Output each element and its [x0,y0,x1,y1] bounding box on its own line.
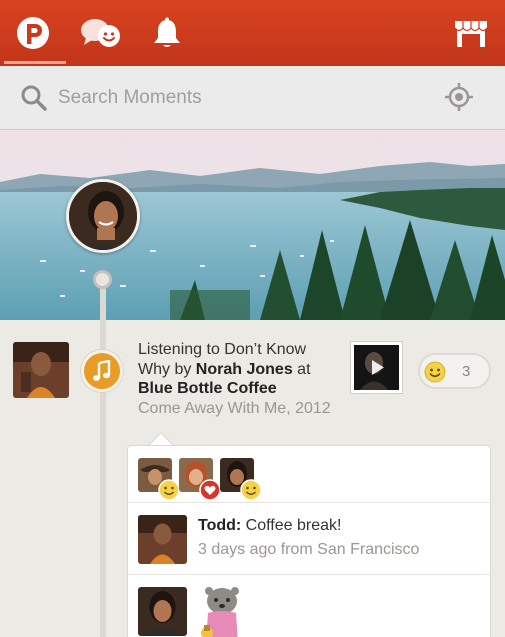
reaction-avatar-3[interactable] [220,458,262,501]
comment-meta: 3 days ago from San Francisco [198,541,420,558]
moment-text: Listening to Don’t Know Why by Norah Jon… [138,340,348,399]
comment-author-name[interactable]: Todd: [198,517,241,534]
sticker-comment-row [128,575,490,637]
moment-author-avatar[interactable] [13,342,69,398]
search-bar [0,66,505,130]
comment-row: Todd: Coffee break! 3 days ago from San … [128,503,490,575]
moment-place[interactable]: Blue Bottle Coffee [138,380,277,397]
search-icon[interactable] [20,84,48,112]
comment-author-avatar[interactable] [138,515,187,564]
comment-body: Coffee break! [241,517,342,534]
smile-emoji-icon [240,479,262,501]
top-bar [0,0,505,66]
moment-line2-suffix: at [292,360,311,378]
reaction-avatar-1[interactable] [138,458,180,501]
album-cover[interactable] [351,342,402,393]
bell-icon [154,17,180,47]
tab-notifications[interactable] [140,0,194,66]
moment-line1: Listening to Don’t Know [138,341,307,358]
tab-messages[interactable] [72,0,130,66]
crosshair-icon[interactable] [444,82,474,112]
store-button[interactable] [440,0,502,66]
tab-path-home[interactable] [0,0,66,66]
reaction-button[interactable]: 3 [418,353,491,389]
music-note-icon [81,350,123,392]
sticker-author-avatar[interactable] [138,587,187,636]
active-tab-indicator [4,61,66,64]
timeline-line [100,288,106,637]
smile-emoji-icon [424,361,446,383]
heart-emoji-icon [199,479,221,501]
otter-sticker-icon [201,587,239,637]
reaction-avatar-2[interactable] [179,458,221,501]
profile-avatar[interactable] [66,179,140,253]
search-input[interactable] [58,80,418,116]
comment-text: Todd: Coffee break! [198,517,341,535]
moment-line2-prefix: Why by [138,360,196,378]
store-icon [454,21,488,47]
chat-smiley-icon [81,19,120,47]
comments-card: Todd: Coffee break! 3 days ago from San … [127,445,491,637]
reactions-row [128,446,490,503]
reaction-count: 3 [462,363,471,380]
path-logo-icon [17,17,49,49]
moment-album-subtitle: Come Away With Me, 2012 [138,400,331,417]
moment-artist[interactable]: Norah Jones [196,361,293,378]
smile-emoji-icon [158,479,180,501]
timeline-dot [93,270,112,289]
